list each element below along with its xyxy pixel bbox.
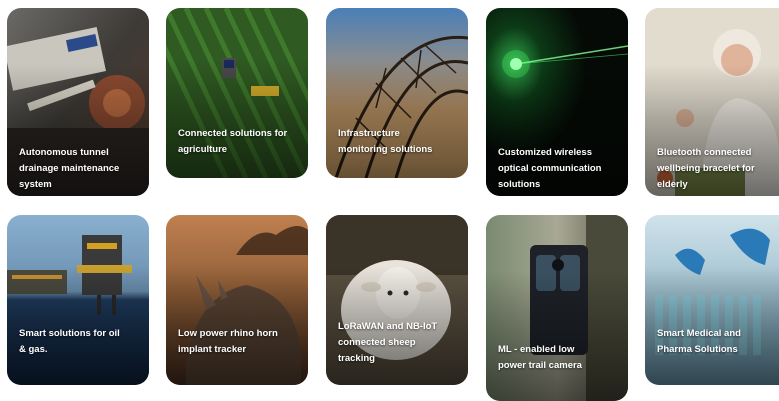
card-label: Customized wireless optical communicatio… xyxy=(498,147,602,190)
card-label: ML - enabled low power trail camera xyxy=(498,344,582,371)
card-agriculture[interactable]: Connected solutions for agriculture xyxy=(166,8,308,178)
card-infrastructure[interactable]: Infrastructure monitoring solutions xyxy=(326,8,468,178)
card-label: LoRaWAN and NB-IoT connected sheep track… xyxy=(338,321,438,364)
card-label: Infrastructure monitoring solutions xyxy=(338,128,433,155)
solutions-grid: Autonomous tunnel drainage maintenance s… xyxy=(0,0,779,401)
card-label: Smart solutions for oil & gas. xyxy=(19,328,120,355)
card-overlay xyxy=(7,215,149,385)
card-label: Low power rhino horn implant tracker xyxy=(178,328,278,355)
card-label: Smart Medical and Pharma Solutions xyxy=(657,328,741,355)
card-medical-pharma[interactable]: Smart Medical and Pharma Solutions xyxy=(645,215,779,385)
card-rhino-tracker[interactable]: Low power rhino horn implant tracker xyxy=(166,215,308,385)
card-oil-gas[interactable]: Smart solutions for oil & gas. xyxy=(7,215,149,385)
card-sheep-tracking[interactable]: LoRaWAN and NB-IoT connected sheep track… xyxy=(326,215,468,385)
card-trail-camera[interactable]: ML - enabled low power trail camera xyxy=(486,215,628,401)
card-overlay xyxy=(166,215,308,385)
card-tunnel-drainage[interactable]: Autonomous tunnel drainage maintenance s… xyxy=(7,8,149,196)
card-label: Autonomous tunnel drainage maintenance s… xyxy=(19,147,120,190)
card-label: Connected solutions for agriculture xyxy=(178,128,288,155)
card-wellbeing-bracelet[interactable]: Bluetooth connected wellbeing bracelet f… xyxy=(645,8,779,196)
card-overlay xyxy=(645,215,779,385)
card-optical-communication[interactable]: Customized wireless optical communicatio… xyxy=(486,8,628,196)
card-label: Bluetooth connected wellbeing bracelet f… xyxy=(657,147,755,190)
